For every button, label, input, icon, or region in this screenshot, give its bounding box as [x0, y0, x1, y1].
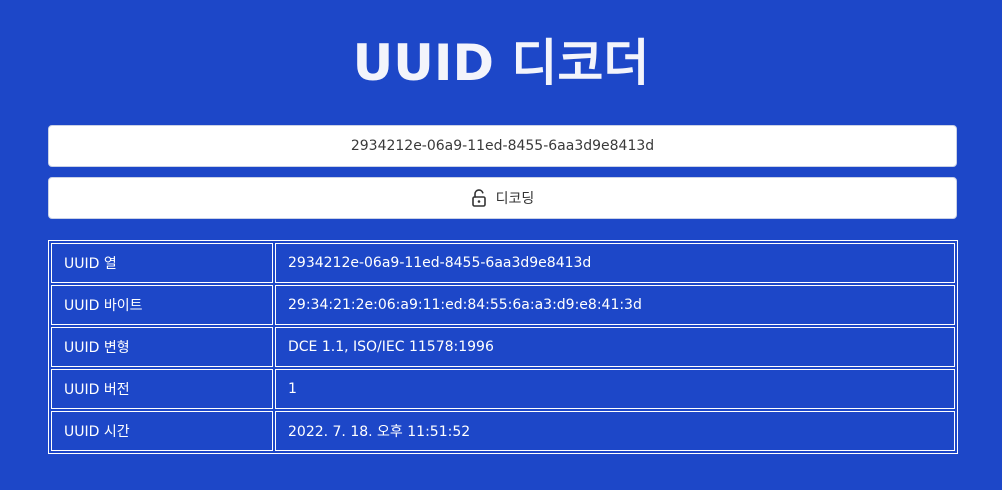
row-label: UUID 변형: [51, 327, 273, 367]
row-value: 2022. 7. 18. 오후 11:51:52: [275, 411, 955, 451]
row-value: 29:34:21:2e:06:a9:11:ed:84:55:6a:a3:d9:e…: [275, 285, 955, 325]
table-row: UUID 시간 2022. 7. 18. 오후 11:51:52: [51, 411, 955, 451]
table-row: UUID 열 2934212e-06a9-11ed-8455-6aa3d9e84…: [51, 243, 955, 283]
row-label: UUID 열: [51, 243, 273, 283]
page-title: UUID 디코더: [352, 34, 650, 92]
row-value: 1: [275, 369, 955, 409]
row-label: UUID 시간: [51, 411, 273, 451]
uuid-input[interactable]: [48, 125, 957, 167]
result-table: UUID 열 2934212e-06a9-11ed-8455-6aa3d9e84…: [48, 240, 958, 454]
row-label: UUID 바이트: [51, 285, 273, 325]
decode-button-label: 디코딩: [495, 191, 535, 207]
table-row: UUID 바이트 29:34:21:2e:06:a9:11:ed:84:55:6…: [51, 285, 955, 325]
unlock-icon: [471, 189, 487, 207]
row-value: DCE 1.1, ISO/IEC 11578:1996: [275, 327, 955, 367]
table-row: UUID 버전 1: [51, 369, 955, 409]
table-row: UUID 변형 DCE 1.1, ISO/IEC 11578:1996: [51, 327, 955, 367]
row-label: UUID 버전: [51, 369, 273, 409]
decode-button[interactable]: 디코딩: [48, 177, 957, 219]
row-value: 2934212e-06a9-11ed-8455-6aa3d9e8413d: [275, 243, 955, 283]
